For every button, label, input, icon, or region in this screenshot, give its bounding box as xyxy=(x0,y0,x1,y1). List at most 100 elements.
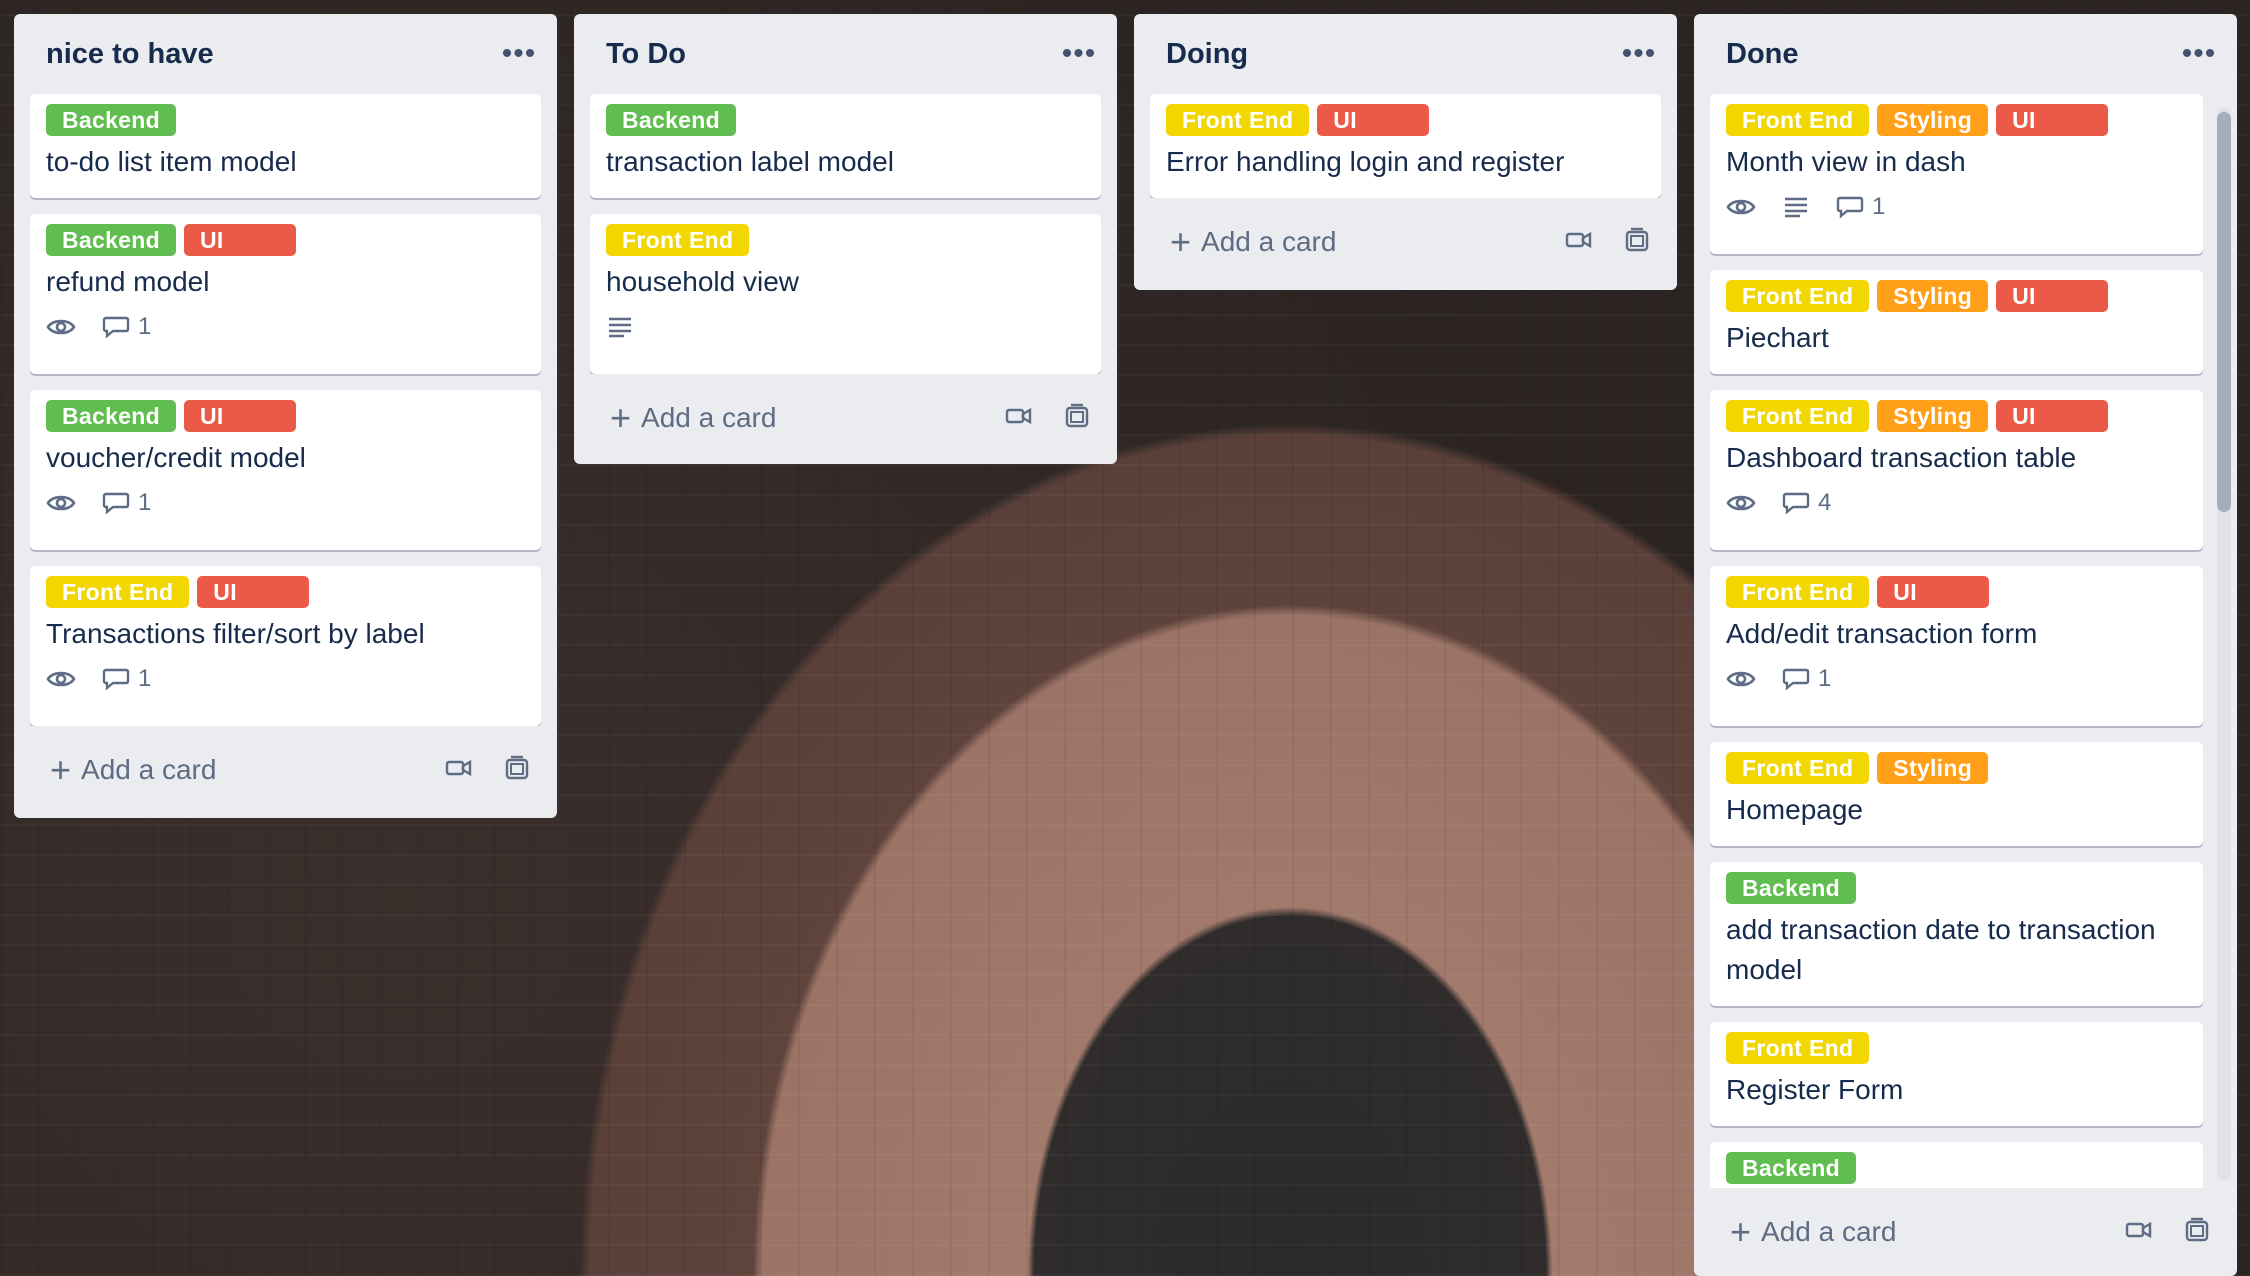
description-icon xyxy=(1782,195,1810,219)
card[interactable]: Front End Styling UI Dashboard transacti… xyxy=(1710,390,2203,550)
template-icon[interactable] xyxy=(503,754,531,787)
more-icon[interactable]: ••• xyxy=(497,32,541,76)
add-card-label: Add a card xyxy=(1761,1216,1897,1247)
card-badges: 1 xyxy=(1726,190,2187,224)
comment-count: 1 xyxy=(1818,665,1832,692)
card[interactable]: Backend add transaction date to transact… xyxy=(1710,862,2203,1006)
label-styling: Styling xyxy=(1877,752,1989,784)
card-title: Error handling login and register xyxy=(1166,146,1565,177)
card-list: Backend to-do list item model Backend UI… xyxy=(14,94,557,726)
label-ui: UI xyxy=(1996,104,2109,136)
list-footer: + Add a card xyxy=(14,726,557,814)
label-front-end: Front End xyxy=(1726,752,1870,784)
comment-icon xyxy=(1782,668,1810,691)
video-icon[interactable] xyxy=(445,758,473,783)
list-title[interactable]: To Do xyxy=(606,38,686,71)
add-card-label: Add a card xyxy=(641,402,777,433)
add-card-button[interactable]: + Add a card xyxy=(1730,1214,1896,1250)
card-list: Front End UI Error handling login and re… xyxy=(1134,94,1677,198)
label-ui: UI xyxy=(1996,400,2109,432)
list-title[interactable]: Doing xyxy=(1166,38,1248,71)
list-footer: + Add a card xyxy=(1134,198,1677,286)
comment-icon xyxy=(102,316,130,339)
eye-icon xyxy=(1726,668,1756,690)
card-title: Month view in dash xyxy=(1726,146,1966,177)
label-front-end: Front End xyxy=(1726,1032,1870,1064)
video-icon[interactable] xyxy=(1565,230,1593,255)
card[interactable]: Backend UI refund model 1 xyxy=(30,214,541,374)
eye-icon xyxy=(1726,196,1756,218)
comment-count: 1 xyxy=(1872,193,1886,220)
label-front-end: Front End xyxy=(1726,104,1870,136)
comment-badge: 1 xyxy=(1836,193,1885,221)
add-card-button[interactable]: + Add a card xyxy=(1170,224,1336,260)
card-badges: 1 xyxy=(46,486,525,520)
label-backend: Backend xyxy=(1726,1152,1856,1184)
label-front-end: Front End xyxy=(1166,104,1310,136)
more-icon[interactable]: ••• xyxy=(1057,32,1101,76)
card[interactable]: Backend xyxy=(1710,1142,2203,1188)
card-title: add transaction date to transaction mode… xyxy=(1726,914,2156,985)
label-backend: Backend xyxy=(46,400,176,432)
template-icon[interactable] xyxy=(1623,226,1651,259)
card[interactable]: Backend to-do list item model xyxy=(30,94,541,198)
card[interactable]: Front End household view xyxy=(590,214,1101,374)
card-title: household view xyxy=(606,266,800,297)
label-ui: UI xyxy=(183,224,296,256)
video-icon[interactable] xyxy=(2125,1220,2153,1245)
card[interactable]: Backend transaction label model xyxy=(590,94,1101,198)
template-icon[interactable] xyxy=(2183,1216,2211,1249)
list-title[interactable]: Done xyxy=(1726,38,1799,71)
label-front-end: Front End xyxy=(46,576,190,608)
add-card-button[interactable]: + Add a card xyxy=(50,752,216,788)
card[interactable]: Front End UI Error handling login and re… xyxy=(1150,94,1661,198)
card[interactable]: Front End Styling UI Piechart xyxy=(1710,270,2203,374)
label-front-end: Front End xyxy=(1726,280,1870,312)
label-ui: UI xyxy=(1317,104,1430,136)
description-icon xyxy=(606,315,634,339)
card[interactable]: Front End UI Add/edit transaction form 1 xyxy=(1710,566,2203,726)
card-badges: 1 xyxy=(1726,662,2187,696)
more-icon[interactable]: ••• xyxy=(1617,32,1661,76)
card-title: Dashboard transaction table xyxy=(1726,442,2077,473)
card[interactable]: Front End Styling Homepage xyxy=(1710,742,2203,846)
list-footer: + Add a card xyxy=(1694,1188,2237,1276)
list-to-do: To Do ••• Backend transaction label mode… xyxy=(574,14,1117,464)
comment-badge: 1 xyxy=(102,313,151,341)
label-backend: Backend xyxy=(1726,872,1856,904)
add-card-label: Add a card xyxy=(1201,226,1337,257)
card[interactable]: Backend UI voucher/credit model 1 xyxy=(30,390,541,550)
card-badges xyxy=(606,310,1085,344)
label-ui: UI xyxy=(183,400,296,432)
comment-badge: 1 xyxy=(1782,665,1831,693)
label-ui: UI xyxy=(1996,280,2109,312)
card[interactable]: Front End Styling UI Month view in dash … xyxy=(1710,94,2203,254)
card-title: refund model xyxy=(46,266,210,297)
label-backend: Backend xyxy=(46,104,176,136)
card-title: Homepage xyxy=(1726,794,1863,825)
comment-count: 4 xyxy=(1818,489,1832,516)
card-title: Register Form xyxy=(1726,1074,1904,1105)
comment-icon xyxy=(102,668,130,691)
card[interactable]: Front End Register Form xyxy=(1710,1022,2203,1126)
card[interactable]: Front End UI Transactions filter/sort by… xyxy=(30,566,541,726)
more-icon[interactable]: ••• xyxy=(2177,32,2221,76)
add-card-button[interactable]: + Add a card xyxy=(610,400,776,436)
list-nice-to-have: nice to have ••• Backend to-do list item… xyxy=(14,14,557,818)
scrollbar[interactable] xyxy=(2217,108,2231,1180)
label-front-end: Front End xyxy=(606,224,750,256)
list-doing: Doing ••• Front End UI Error handling lo… xyxy=(1134,14,1677,290)
video-icon[interactable] xyxy=(1005,406,1033,431)
label-styling: Styling xyxy=(1877,104,1989,136)
label-front-end: Front End xyxy=(1726,400,1870,432)
card-badges: 1 xyxy=(46,310,525,344)
list-header: Done ••• xyxy=(1694,14,2237,94)
add-card-label: Add a card xyxy=(81,754,217,785)
comment-count: 1 xyxy=(138,489,152,516)
template-icon[interactable] xyxy=(1063,402,1091,435)
list-header: Doing ••• xyxy=(1134,14,1677,94)
card-title: to-do list item model xyxy=(46,146,297,177)
label-ui: UI xyxy=(1877,576,1990,608)
list-title[interactable]: nice to have xyxy=(46,38,214,71)
scrollbar-thumb[interactable] xyxy=(2217,112,2231,512)
